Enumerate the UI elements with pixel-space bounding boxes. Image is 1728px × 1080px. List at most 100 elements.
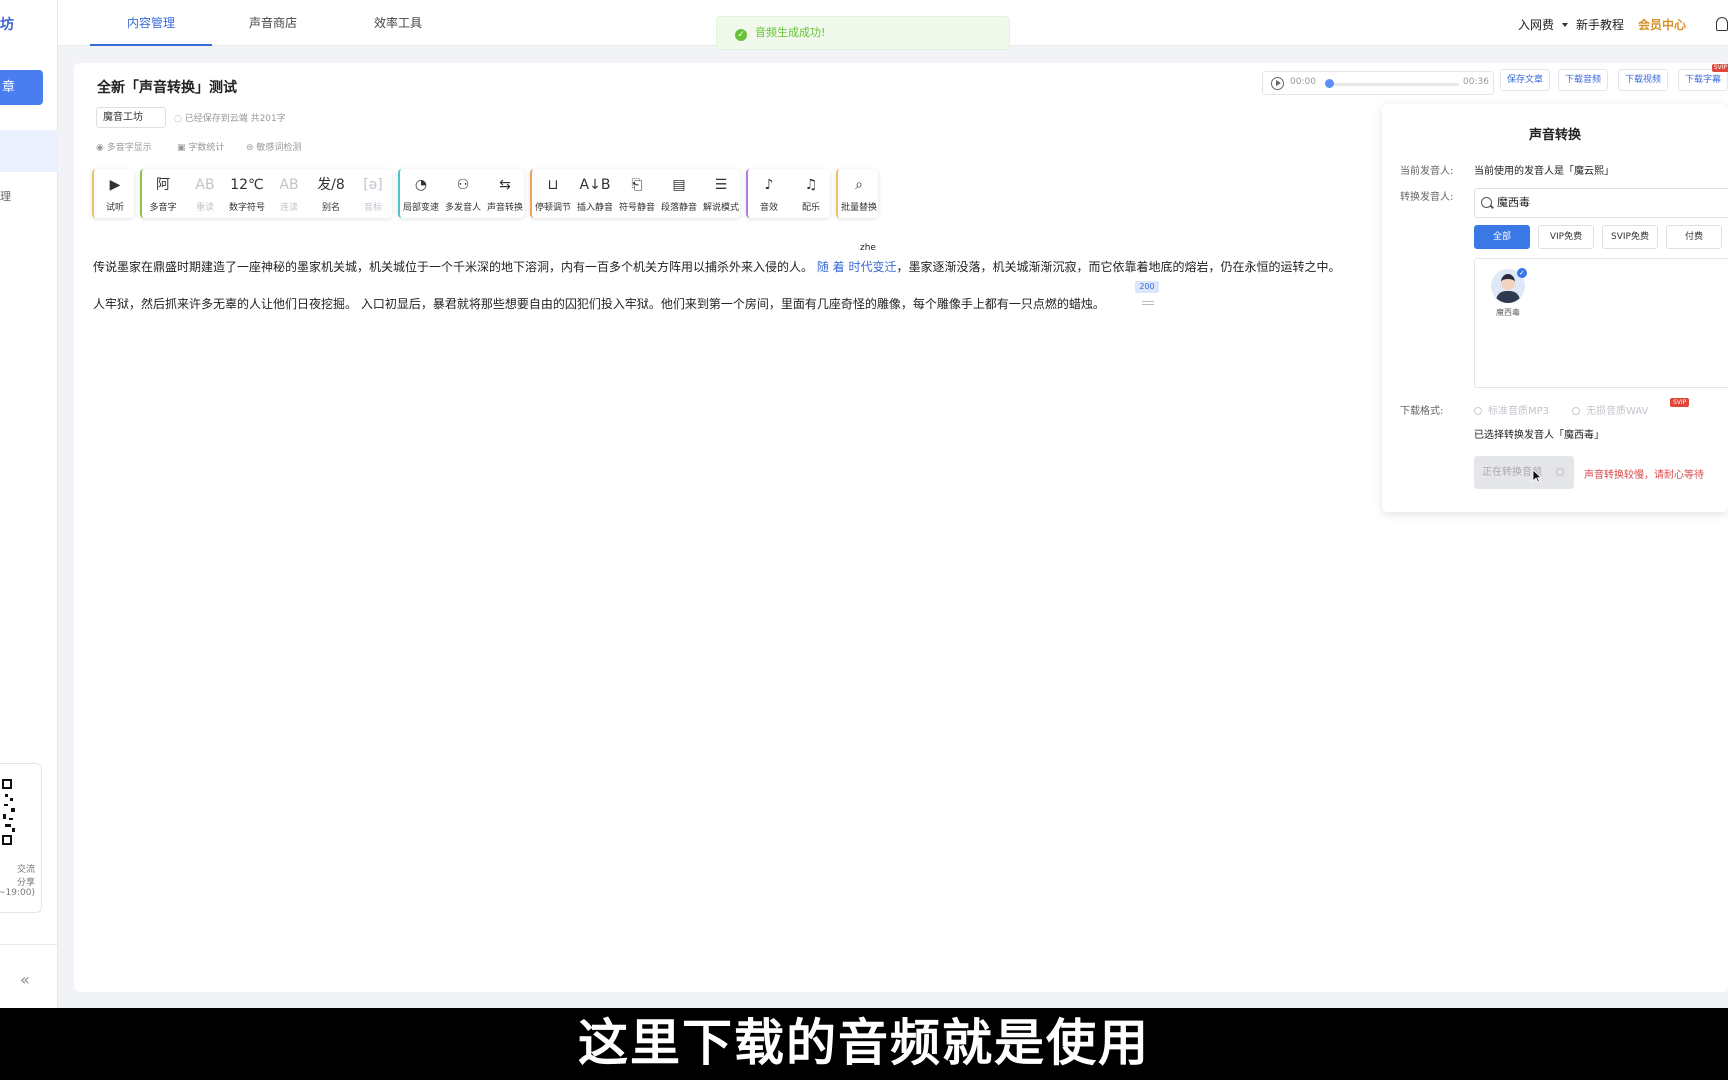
option-word-count[interactable]: ▣ 字数统计 [177,140,224,153]
toolbar-icon: ▤ [672,177,686,193]
sidebar-item-manage[interactable]: 理 [0,188,11,204]
toolbar-button[interactable]: ♪ 音效 [748,169,790,218]
text-line-2[interactable]: 人牢狱，然后抓来许多无辜的人让他们日夜挖掘。 入口初显后，暴君就将那些想要自由的… [93,295,1105,312]
filter-vip-free[interactable]: VIP免费 [1538,225,1594,249]
toolbar-button[interactable]: 阿多音字 [142,169,184,218]
toolbar-button[interactable]: AB 连读 [268,169,310,218]
filter-paid[interactable]: 付费 [1666,225,1722,249]
qr-caption-1: 交流 [16,865,35,875]
toolbar-button[interactable]: 12℃ 数字符号 [226,169,268,218]
toolbar-icon: ▶ [109,177,121,193]
toolbar-button[interactable]: [ə] 音标 [352,169,394,218]
option-label: 敏感词检测 [256,143,302,153]
option-sensitive-check[interactable]: ⊜ 敏感词检测 [246,140,301,153]
video-subtitle: 这里下载的音频就是使用 [578,1014,1150,1072]
toolbar-button[interactable]: ☰ 解说模式 [700,169,742,218]
toolbar-label: 声音转换 [486,203,523,213]
pause-badge[interactable]: 200 [1135,281,1159,293]
current-speaker-label: 当前发音人: [1400,166,1454,177]
svip-badge: SVIP [1711,64,1728,72]
toolbar-label: 解说模式 [702,203,739,213]
speaker-search-input[interactable]: 魔西毒 [1474,188,1728,218]
download-video-button[interactable]: 下载视频 [1618,69,1668,91]
tab-voice-store[interactable]: 声音商店 [212,0,334,46]
collapse-sidebar-icon[interactable]: « [20,970,30,989]
selected-speaker-info: 已选择转换发音人「魔西毒」 [1474,430,1604,441]
save-article-button[interactable]: 保存文章 [1500,69,1550,91]
avatar-body [1496,291,1520,303]
document-title[interactable]: 全新「声音转换」测试 [97,77,237,97]
toolbar-button[interactable]: ◔ 局部变速 [400,169,442,218]
toolbar-button[interactable]: AB 重读 [184,169,226,218]
svip-badge: SVIP [1670,398,1690,407]
tab-content-management[interactable]: 内容管理 [90,0,212,46]
search-value: 魔西毒 [1497,196,1530,209]
loading-spinner-icon [1556,468,1564,476]
toolbar-group: 阿多音字 AB 重读 12℃ 数字符号 AB 连读 发/8 别名 [ə] 音标 [140,169,392,218]
download-audio-button[interactable]: 下载音频 [1558,69,1608,91]
bell-icon[interactable] [1716,17,1728,31]
toolbar-icon: ⇆ [499,177,511,193]
radio-label: 标准音质MP3 [1488,406,1550,417]
toolbar-button[interactable]: ♫ 配乐 [790,169,832,218]
new-article-button[interactable]: 章 [0,70,43,105]
toolbar-button[interactable]: 发/8 别名 [310,169,352,218]
filter-svip-free[interactable]: SVIP免费 [1602,225,1658,249]
count-icon: ▣ [177,143,186,153]
convert-warning: 声音转换较慢，请耐心等待 [1584,470,1704,481]
success-toast: ✓ 音频生成成功! [716,16,1010,50]
toolbar-icon: ⚇ [456,177,470,193]
selected-check-icon: ✓ [1517,268,1527,278]
filter-all[interactable]: 全部 [1474,225,1530,249]
convert-speaker-label: 转换发音人: [1400,192,1454,203]
play-icon[interactable] [1271,77,1284,90]
option-label: 多音字显示 [106,143,152,153]
toolbar-group: ◔ 局部变速 ⚇ 多发音人 ⇆ 声音转换 [398,169,524,218]
radio-icon [1572,407,1580,415]
option-polyphone-display[interactable]: ◉ 多音字显示 [96,140,152,153]
convert-audio-button[interactable]: 正在转换音频 [1474,456,1574,489]
tutorial-link[interactable]: 新手教程 [1576,16,1624,33]
toolbar-button[interactable]: ▤ 段落静音 [658,169,700,218]
toolbar-button[interactable]: ⊔ 停顿调节 [532,169,574,218]
video-subtitle-bar: 这里下载的音频就是使用 [0,1008,1728,1080]
toolbar-icon: ♪ [764,177,774,193]
format-wav-radio[interactable]: 无损音质WAV [1572,402,1648,417]
format-mp3-radio[interactable]: 标准音质MP3 [1474,402,1549,417]
toolbar-icon: ⊔ [547,177,559,193]
progress-thumb[interactable] [1325,79,1334,88]
qr-card: 交流 分享 ~19:00) [0,763,42,913]
audio-player: 00:00 00:36 [1262,71,1494,95]
logo[interactable]: 坊 [0,14,14,34]
toolbar-label: 配乐 [801,203,820,213]
join-group-dropdown[interactable]: 入网费 [1518,16,1569,33]
toolbar-group: ⌕ 批量替换 [836,169,878,218]
eye-icon: ◉ [96,143,104,153]
highlighted-text[interactable]: 随 着 时代变迁 [817,260,897,274]
toolbar-group: ⊔ 停顿调节 A↓B 插入静音 ⎗ 符号静音 ▤ 段落静音 ☰ 解说模式 [530,169,740,218]
download-subtitle-button[interactable]: 下载字幕 SVIP [1678,64,1728,91]
qr-code-icon [1,778,17,848]
progress-track[interactable] [1329,83,1459,86]
toolbar-icon: AB [195,177,215,193]
join-group-label: 入网费 [1518,18,1555,32]
sidebar-item-active[interactable] [0,130,58,172]
vip-center-link[interactable]: 会员中心 [1638,16,1686,33]
voice-list: ✓ 魔西毒 [1474,258,1728,388]
toolbar-button[interactable]: ⌕ 批量替换 [838,169,880,218]
toolbar-button[interactable]: ⎗ 符号静音 [616,169,658,218]
author-input[interactable]: 魔音工坊 [96,107,166,128]
radio-label: 无损音质WAV [1586,406,1649,417]
download-subtitle-label: 下载字幕 [1684,75,1721,85]
text-segment: ，墨家逐渐没落，机关城渐渐沉寂，而它依靠着地底的熔岩，仍在永恒的运转之中。 [896,260,1341,274]
toolbar-button[interactable]: ⇆ 声音转换 [484,169,526,218]
toolbar-icon: 发/8 [317,177,345,193]
pause-marker-icon [1142,301,1154,305]
toolbar-button[interactable]: ⚇ 多发音人 [442,169,484,218]
text-line-1[interactable]: 传说墨家在鼎盛时期建造了一座神秘的墨家机关城，机关城位于一个千米深的地下溶洞，内… [93,258,1341,275]
toolbar-button[interactable]: ▶ 试听 [94,169,136,218]
tab-efficiency-tools[interactable]: 效率工具 [334,0,462,46]
left-sidebar: 坊 章 理 交流 分享 ~19:00) « [0,0,58,1008]
toolbar-button[interactable]: A↓B 插入静音 [574,169,616,218]
toolbar-label: 试听 [105,203,124,213]
